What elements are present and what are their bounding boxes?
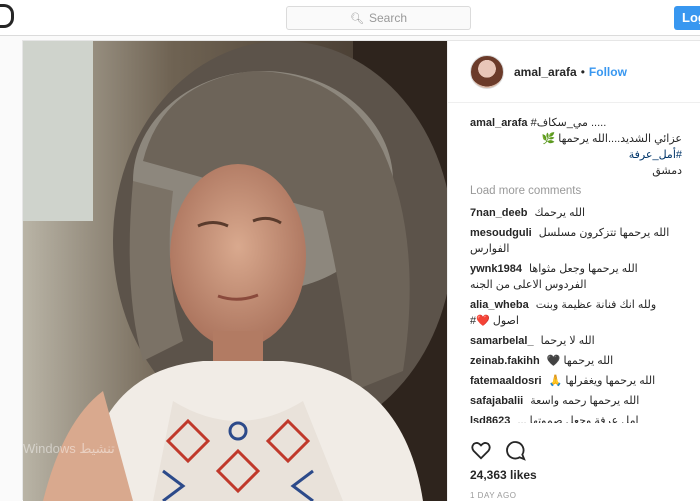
comment-username[interactable]: ywnk1984 [470,263,522,275]
caption-username[interactable]: amal_arafa [470,117,528,129]
caption-line-3[interactable]: #أمل_عرفة [470,147,682,163]
comment-username[interactable]: alia_wheba [470,299,529,311]
comment-text: الله يرحمها 🖤 [546,355,614,367]
portrait-image [23,41,447,501]
caption: amal_arafa #مي_سكاف ..... عزائي الشديد..… [470,115,682,179]
comment-icon[interactable] [504,439,526,461]
search-placeholder: Search [368,11,407,25]
comment-username[interactable]: zeinab.fakihh [470,355,540,367]
comment: samarbelal_ الله لا يرحما [470,333,682,349]
comments-section: amal_arafa #مي_سكاف ..... عزائي الشديد..… [448,115,700,427]
comment-username[interactable]: samarbelal_ [470,335,534,347]
post-sidebar: amal_arafa • Follow amal_arafa #مي_سكاف … [447,41,700,501]
watermark-text: تنشيط Windows [23,441,115,456]
likes-count[interactable]: 24,363 likes [470,468,537,482]
post-timestamp[interactable]: 1 DAY AGO [470,491,516,500]
comment-username[interactable]: lsd8623 [470,415,510,423]
comment-username[interactable]: fatemaaldosri [470,375,542,387]
comment-text: الله يرحمها رحمه واسعة [530,395,640,407]
instagram-logo-icon[interactable] [0,4,14,28]
comment-text: الله يرحمك [534,207,586,219]
heart-icon[interactable] [470,439,492,461]
comment: alia_wheba ولله انك فنانة عظيمة وبنت اصو… [470,297,682,329]
caption-line-4: دمشق [652,165,682,177]
post-actions [470,439,526,461]
comment-username[interactable]: 7nan_deeb [470,207,527,219]
search-input[interactable]: 🔍︎ Search [286,6,471,30]
load-more-comments-link[interactable]: Load more comments [470,183,682,199]
comment-username[interactable]: safajabalii [470,395,523,407]
login-button[interactable]: Log [674,6,700,30]
comment: lsd8623 امل عرفة وجعل صموتها ... [470,413,682,423]
comment: 7nan_deeb الله يرحمك [470,205,682,221]
comment-username[interactable]: mesoudguli [470,227,532,239]
top-navigation-bar: 🔍︎ Search Log [0,0,700,36]
post-header: amal_arafa • Follow [448,41,700,103]
comment: mesoudguli الله يرحمها تتزكرون مسلسل الف… [470,225,682,257]
comment-text: الله لا يرحما [540,335,595,347]
search-icon: 🔍︎ [350,12,364,25]
comment: safajabalii الله يرحمها رحمه واسعة [470,393,682,409]
avatar[interactable] [470,54,504,89]
comment-text: الله يرحمها ويغفرلها 🙏 [548,375,656,387]
header-username[interactable]: amal_arafa [514,65,577,79]
comment-text: امل عرفة وجعل صموتها ... [517,415,639,423]
header-separator: • [580,64,585,79]
comment: fatemaaldosri الله يرحمها ويغفرلها 🙏 [470,373,682,389]
comment: ywnk1984 الله يرحمها وجعل مثواها الفردوس… [470,261,682,293]
caption-line-2: عزائي الشديد....الله يرحمها 🌿 [541,133,683,145]
comment: zeinab.fakihh الله يرحمها 🖤 [470,353,682,369]
post-photo[interactable]: تنشيط Windows [23,41,447,501]
post-card: تنشيط Windows amal_arafa • Follow amal_a… [22,40,700,501]
follow-button[interactable]: Follow [589,65,627,79]
caption-line-1: #مي_سكاف ..... [530,117,607,129]
